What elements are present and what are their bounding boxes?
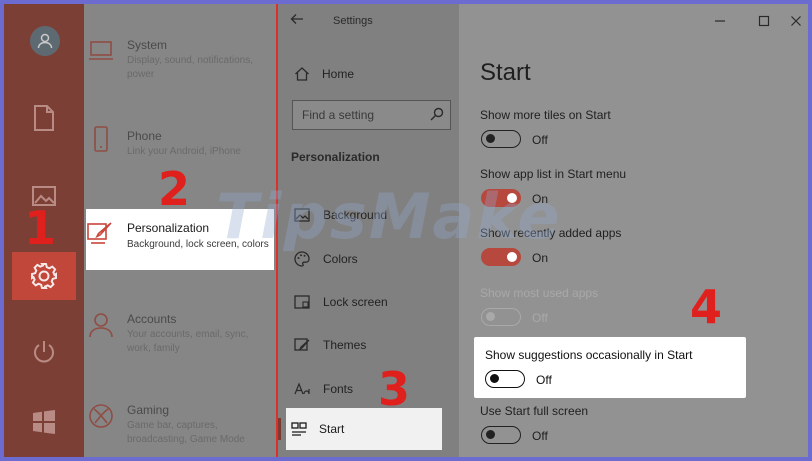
power-button[interactable] xyxy=(12,328,76,376)
brush-icon xyxy=(294,338,310,351)
category-description: Display, sound, notifications, power xyxy=(127,55,253,80)
toggle-switch[interactable] xyxy=(485,370,525,388)
category-system[interactable]: System Display, sound, notifications, po… xyxy=(84,38,276,108)
close-button[interactable] xyxy=(789,14,803,28)
nav-item-start[interactable]: Start xyxy=(286,408,442,450)
search-box xyxy=(292,100,451,130)
lock-screen-icon xyxy=(294,295,310,309)
step-number-4: 4 xyxy=(690,280,723,334)
toggle-state: Off xyxy=(532,429,548,443)
maximize-icon xyxy=(758,15,770,27)
home-icon xyxy=(295,67,309,81)
maximize-button[interactable] xyxy=(757,14,771,28)
category-gaming[interactable]: Gaming Game bar, captures, broadcasting,… xyxy=(84,403,276,457)
settings-nav-pane: Settings Home Personalization Background xyxy=(278,4,459,457)
category-title: Gaming xyxy=(127,403,170,417)
category-title: Accounts xyxy=(127,312,177,326)
user-avatar[interactable] xyxy=(30,26,60,56)
page-title: Start xyxy=(480,59,531,86)
toggle-state: Off xyxy=(536,373,552,387)
screenshot-frame: System Display, sound, notifications, po… xyxy=(4,4,808,457)
phone-icon xyxy=(94,126,108,152)
setting-app-list: Show app list in Start menu On xyxy=(480,167,780,223)
nav-home[interactable]: Home xyxy=(290,62,450,86)
setting-suggestions: Show suggestions occasionally in Start O… xyxy=(474,337,746,398)
setting-label: Use Start full screen xyxy=(480,404,589,418)
toggle-switch xyxy=(481,308,521,326)
toggle-state: On xyxy=(532,251,549,265)
category-description: Background, lock screen, colors xyxy=(127,239,269,250)
setting-label: Show most used apps xyxy=(480,286,599,300)
step-number-3: 3 xyxy=(378,362,411,416)
category-title: System xyxy=(127,38,168,52)
category-title: Personalization xyxy=(127,221,210,235)
document-icon xyxy=(34,105,54,131)
gear-icon xyxy=(31,263,57,289)
personalization-icon xyxy=(87,222,112,244)
setting-most-used: Show most used apps Off xyxy=(480,286,780,342)
setting-label: Show app list in Start menu xyxy=(480,167,627,181)
search-input[interactable] xyxy=(293,101,428,128)
user-icon xyxy=(37,33,53,49)
toggle-state: On xyxy=(532,192,549,206)
windows-logo-icon xyxy=(33,410,55,434)
power-icon xyxy=(34,341,54,363)
setting-full-screen: Use Start full screen Off xyxy=(480,404,780,457)
toggle-switch[interactable] xyxy=(481,426,521,444)
category-description: Link your Android, iPhone xyxy=(127,146,241,157)
search-icon[interactable] xyxy=(430,107,444,121)
nav-item-label: Themes xyxy=(323,338,367,352)
settings-button[interactable] xyxy=(12,252,76,300)
nav-item-background[interactable]: Background xyxy=(290,200,450,230)
category-accounts[interactable]: Accounts Your accounts, email, sync, wor… xyxy=(84,312,276,382)
person-icon xyxy=(89,313,113,338)
nav-item-label: Fonts xyxy=(323,382,354,396)
setting-recently-added: Show recently added apps On xyxy=(480,226,780,282)
toggle-state: Off xyxy=(532,133,548,147)
start-layout-icon xyxy=(291,422,307,436)
nav-item-lock-screen[interactable]: Lock screen xyxy=(290,287,450,317)
setting-label: Show suggestions occasionally in Start xyxy=(485,348,693,362)
selection-indicator xyxy=(278,418,281,440)
back-button[interactable] xyxy=(290,12,308,30)
laptop-icon xyxy=(89,41,113,60)
setting-label: Show more tiles on Start xyxy=(480,108,611,122)
close-icon xyxy=(791,16,801,26)
nav-item-colors[interactable]: Colors xyxy=(290,244,450,274)
nav-item-fonts[interactable]: Fonts xyxy=(290,374,450,404)
minimize-button[interactable] xyxy=(713,14,727,28)
back-arrow-icon xyxy=(290,14,303,24)
nav-item-label: Lock screen xyxy=(323,295,388,309)
nav-item-label: Colors xyxy=(323,252,358,266)
setting-label: Show recently added apps xyxy=(480,226,622,240)
font-icon xyxy=(294,382,310,395)
nav-item-themes[interactable]: Themes xyxy=(290,330,450,360)
category-description: Your accounts, email, sync, work, family xyxy=(127,329,249,354)
xbox-icon xyxy=(89,404,113,428)
toggle-switch[interactable] xyxy=(481,248,521,266)
category-title: Phone xyxy=(127,129,162,143)
documents-button[interactable] xyxy=(12,94,76,142)
nav-item-label: Background xyxy=(323,208,388,222)
category-description: Game bar, captures, broadcasting, Game M… xyxy=(127,420,245,445)
toggle-switch[interactable] xyxy=(481,189,521,207)
toggle-state: Off xyxy=(532,311,548,325)
image-icon xyxy=(294,208,310,222)
window-title: Settings xyxy=(333,15,373,27)
windows-start-button[interactable] xyxy=(12,398,76,446)
minimize-icon xyxy=(715,20,725,22)
palette-icon xyxy=(294,251,310,267)
category-personalization[interactable]: Personalization Background, lock screen,… xyxy=(86,209,274,270)
nav-item-label: Start xyxy=(319,422,345,436)
step-number-1: 1 xyxy=(24,201,57,255)
step-number-2: 2 xyxy=(158,162,191,216)
setting-more-tiles: Show more tiles on Start Off xyxy=(480,108,780,164)
section-heading: Personalization xyxy=(291,150,380,164)
nav-home-label: Home xyxy=(322,67,355,81)
toggle-switch[interactable] xyxy=(481,130,521,148)
